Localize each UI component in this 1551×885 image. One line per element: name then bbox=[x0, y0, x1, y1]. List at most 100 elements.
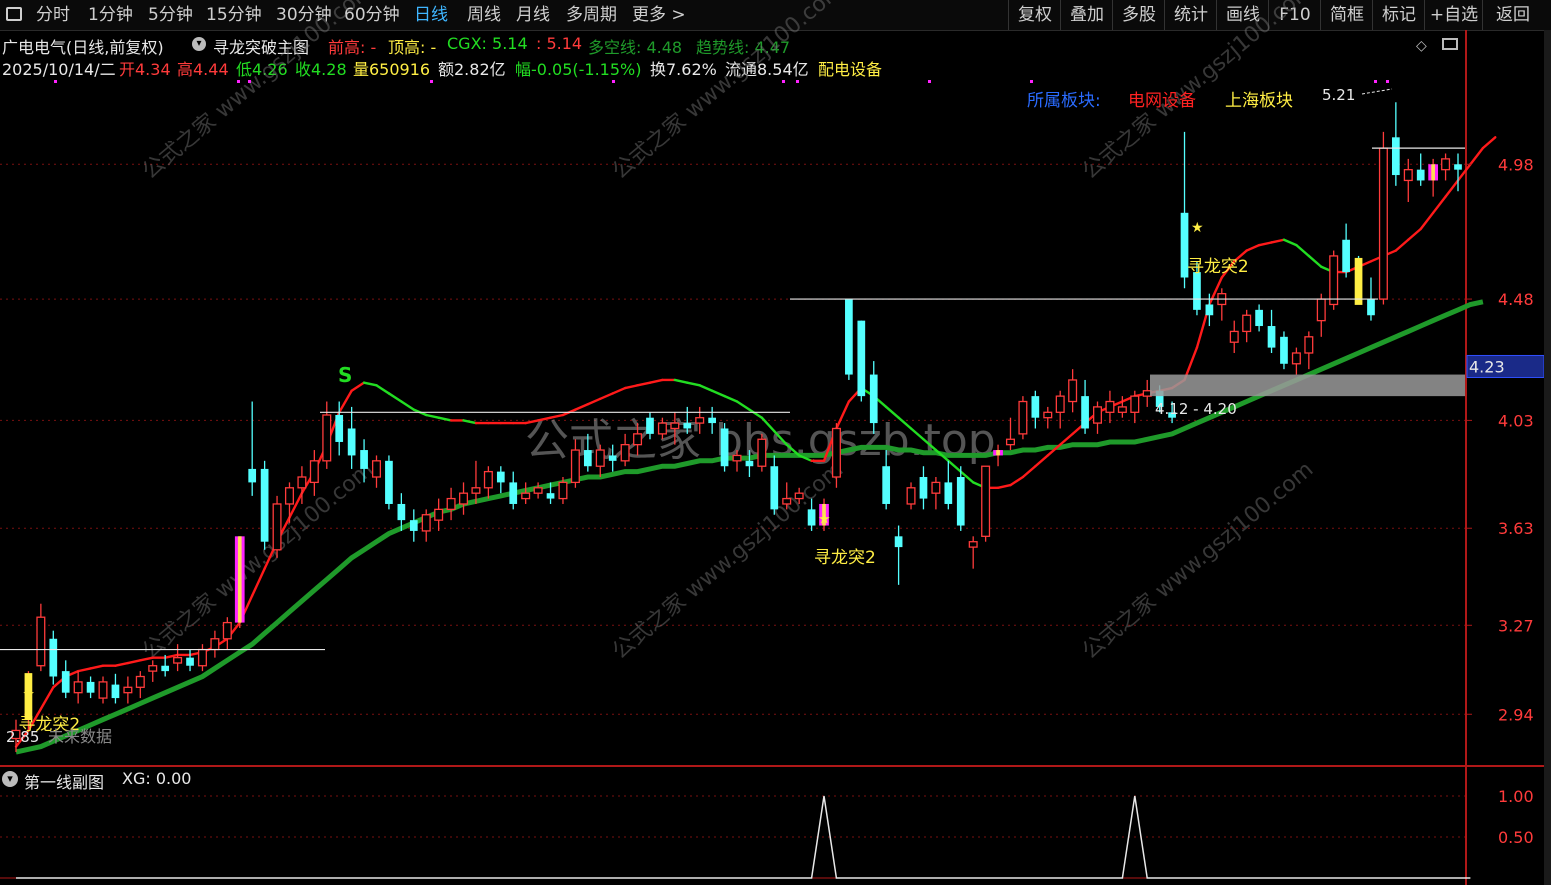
curve-seg-47 bbox=[586, 397, 602, 406]
candle-body-55 bbox=[695, 417, 705, 424]
candle-body-30 bbox=[385, 460, 393, 504]
candle-body-17 bbox=[222, 621, 232, 640]
curve-seg-49 bbox=[611, 386, 627, 395]
signal-star-1: ★ bbox=[818, 511, 831, 527]
price-label-4: 3.27 bbox=[1498, 616, 1534, 635]
sector-tag-shanghai[interactable]: 上海板块 bbox=[1225, 86, 1293, 111]
low-mark: 2.85 bbox=[6, 728, 39, 746]
candle-body-3 bbox=[49, 638, 58, 677]
candle-body-8 bbox=[111, 684, 120, 699]
candle-body-63 bbox=[794, 492, 804, 500]
candle-body-7 bbox=[98, 681, 108, 699]
curve-seg-101 bbox=[1257, 241, 1273, 247]
price-axis: 4.98 4.48 4.03 3.63 3.27 2.94 4.23 1.00 0.50 bbox=[1466, 30, 1551, 885]
curve-seg-27 bbox=[338, 389, 353, 414]
curve-seg-34 bbox=[425, 413, 440, 419]
candle-body-27 bbox=[347, 428, 356, 456]
watermark-small-5: 公式之家 www.gszj100.com bbox=[138, 457, 379, 664]
future-data-label: 未来数据 bbox=[48, 727, 112, 746]
candle-body-84 bbox=[1055, 395, 1065, 413]
candle-body-53 bbox=[670, 422, 680, 430]
candle-body-88 bbox=[1105, 400, 1115, 413]
candle-body-73 bbox=[919, 477, 928, 499]
candle-body-38 bbox=[483, 470, 493, 489]
curve-seg-55 bbox=[686, 381, 701, 387]
candle-body-86 bbox=[1081, 396, 1089, 429]
candle-body-68 bbox=[857, 320, 866, 397]
curve-seg-119 bbox=[1481, 136, 1497, 150]
candle-body-28 bbox=[360, 450, 368, 469]
sub-tick-label-0: 1.00 bbox=[1498, 787, 1534, 806]
candle-body-6 bbox=[86, 681, 95, 693]
candle-body-112 bbox=[1403, 169, 1413, 182]
signal-star-2: ★ bbox=[1191, 220, 1204, 236]
candle-body-57 bbox=[720, 428, 729, 467]
candle-body-96 bbox=[1205, 304, 1214, 316]
candle-body-64 bbox=[807, 509, 816, 526]
sector-tag-grid[interactable]: 电网设备 bbox=[1128, 86, 1196, 111]
candle-body-62 bbox=[782, 497, 792, 505]
candle-body-102 bbox=[1280, 336, 1288, 364]
candle-body-104 bbox=[1304, 336, 1314, 354]
annotations: 4.12 - 4.20★寻龙突2★寻龙突2★寻龙突2S5.212.85 未来数据 bbox=[0, 80, 1465, 746]
candle-body-31 bbox=[397, 503, 406, 521]
candle-body-80 bbox=[1005, 438, 1015, 446]
curve-seg-82 bbox=[1021, 465, 1037, 479]
curve-seg-46 bbox=[574, 403, 590, 411]
curve-seg-80 bbox=[996, 483, 1012, 489]
candle-body-103 bbox=[1291, 352, 1301, 365]
candle-body-70 bbox=[882, 466, 891, 504]
candle-body-20 bbox=[260, 468, 269, 542]
curve-seg-59 bbox=[735, 400, 751, 411]
candle-body-10 bbox=[135, 675, 145, 688]
curve-seg-102 bbox=[1270, 238, 1286, 244]
candle-body-46 bbox=[583, 450, 592, 467]
candle-body-22 bbox=[284, 487, 294, 505]
candle-body-76 bbox=[956, 477, 965, 526]
watermark-small-3: 公式之家 www.gszj100.com bbox=[608, 457, 849, 664]
candle-body-42 bbox=[533, 487, 543, 494]
candle-body-2 bbox=[36, 616, 46, 667]
curve-seg-112 bbox=[1394, 238, 1410, 252]
candle-body-108 bbox=[1354, 257, 1363, 305]
candle-body-15 bbox=[197, 648, 207, 667]
price-label-5: 2.94 bbox=[1498, 705, 1534, 724]
kline-chart[interactable]: 公式之家 bbs.gszb.top公式之家 www.gszj100.com 公式之… bbox=[0, 0, 1551, 885]
watermark-small-4: 公式之家 www.gszj100.com bbox=[1078, 457, 1319, 664]
top-marker-4 bbox=[612, 80, 615, 83]
candle-body-116 bbox=[1454, 164, 1462, 170]
candle-body-12 bbox=[161, 665, 170, 672]
curve-seg-28 bbox=[350, 381, 366, 392]
candle-body-13 bbox=[173, 656, 183, 664]
candle-body-16 bbox=[210, 638, 220, 651]
high-mark-arrow bbox=[1361, 88, 1393, 95]
candle-body-36 bbox=[459, 492, 469, 505]
candle-body-58 bbox=[732, 454, 742, 462]
candle-body-90 bbox=[1130, 395, 1140, 413]
curve-seg-30 bbox=[375, 384, 391, 395]
subchart-title[interactable]: 第一线副图 bbox=[24, 769, 104, 793]
curve-seg-6 bbox=[76, 667, 92, 673]
candle-body-34 bbox=[434, 508, 444, 521]
price-label-1: 4.48 bbox=[1498, 290, 1534, 309]
candle-body-66 bbox=[831, 427, 841, 478]
current-price-label: 4.23 bbox=[1469, 357, 1505, 376]
curve-seg-50 bbox=[623, 384, 639, 390]
sector-label: 所属板块: bbox=[1027, 91, 1101, 111]
candle-body-91 bbox=[1142, 390, 1152, 397]
candle-body-106 bbox=[1329, 255, 1339, 306]
candle-body-83 bbox=[1043, 411, 1053, 419]
candle-body-35 bbox=[446, 497, 456, 511]
curve-seg-9 bbox=[114, 661, 130, 667]
top-marker-10 bbox=[1386, 80, 1389, 83]
subchart-dropdown-icon[interactable]: ▾ bbox=[2, 771, 18, 787]
top-marker-8 bbox=[1030, 80, 1033, 83]
candle-body-11 bbox=[148, 665, 158, 672]
support-zone-label: 4.12 - 4.20 bbox=[1155, 400, 1237, 418]
signal-label-2: 寻龙突2 bbox=[1187, 257, 1249, 277]
curve-seg-7 bbox=[89, 664, 105, 670]
price-label-3: 3.63 bbox=[1498, 519, 1534, 538]
curve-seg-3 bbox=[39, 686, 55, 711]
curve-seg-114 bbox=[1419, 211, 1435, 231]
curve-seg-57 bbox=[710, 389, 726, 398]
